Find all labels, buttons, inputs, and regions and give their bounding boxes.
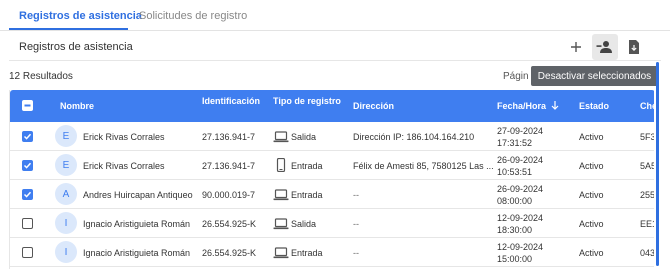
date-cell: 12-09-2024 bbox=[497, 242, 544, 252]
name-cell: Andres Huircapan Antiqueo bbox=[83, 190, 193, 200]
check-cell: 043 bbox=[640, 248, 654, 258]
address-cell: -- bbox=[353, 219, 359, 229]
tab-bar: Registros de asistencia Solicitudes de r… bbox=[0, 0, 670, 31]
name-cell: Erick Rivas Corrales bbox=[83, 161, 165, 171]
person-remove-icon bbox=[596, 41, 612, 53]
type-cell: Salida bbox=[291, 219, 317, 229]
id-cell: 27.136.941-7 bbox=[202, 161, 256, 171]
panel-title: Registros de asistencia bbox=[19, 41, 133, 53]
address-cell: Félix de Amesti 85, 7580125 Las ... bbox=[353, 161, 494, 171]
date-cell: 26-09-2024 bbox=[497, 155, 544, 165]
plus-icon bbox=[571, 42, 581, 52]
column-header-check[interactable]: Che bbox=[640, 101, 654, 111]
check-icon bbox=[23, 133, 31, 140]
row-checkbox[interactable] bbox=[22, 247, 33, 258]
status-cell: Activo bbox=[579, 161, 604, 171]
tooltip: Desactivar seleccionados bbox=[531, 66, 658, 86]
laptop-icon bbox=[273, 131, 289, 143]
column-header-tipo-de-registro[interactable]: Tipo de registro bbox=[273, 96, 341, 106]
tab-solicitudes-de-registro[interactable]: Solicitudes de registro bbox=[139, 10, 247, 22]
laptop-icon bbox=[273, 189, 289, 201]
panel-header: Registros de asistencia bbox=[9, 31, 661, 61]
laptop-icon bbox=[273, 247, 289, 259]
tab-registros-de-asistencia[interactable]: Registros de asistencia bbox=[19, 10, 142, 22]
vertical-scrollbar[interactable] bbox=[656, 62, 659, 266]
select-all-checkbox[interactable] bbox=[22, 100, 33, 111]
date-cell: 27-09-2024 bbox=[497, 126, 544, 136]
type-cell: Entrada bbox=[291, 190, 323, 200]
row-checkbox[interactable] bbox=[22, 160, 33, 171]
status-cell: Activo bbox=[579, 219, 604, 229]
type-cell: Salida bbox=[291, 132, 317, 142]
column-header-fecha-hora-label: Fecha/Hora bbox=[497, 101, 547, 111]
table-row[interactable]: I Ignacio Aristiguieta Román 26.554.925-… bbox=[10, 238, 654, 267]
status-cell: Activo bbox=[579, 190, 604, 200]
name-cell: Ignacio Aristiguieta Román bbox=[83, 219, 191, 229]
check-cell: 5A5 bbox=[640, 161, 654, 171]
table-row[interactable]: A Andres Huircapan Antiqueo 90.000.019-7… bbox=[10, 180, 654, 209]
address-cell: -- bbox=[353, 248, 359, 258]
column-header-estado[interactable]: Estado bbox=[579, 101, 609, 111]
avatar: I bbox=[55, 241, 77, 263]
file-download-icon bbox=[629, 40, 639, 54]
address-cell: -- bbox=[353, 190, 359, 200]
column-header-fecha-hora[interactable]: Fecha/Hora bbox=[497, 101, 559, 111]
address-cell: Dirección IP: 186.104.164.210 bbox=[353, 132, 475, 142]
id-cell: 26.554.925-K bbox=[202, 219, 257, 229]
time-cell: 17:31:52 bbox=[497, 138, 533, 148]
row-checkbox[interactable] bbox=[22, 131, 33, 142]
column-header-identificacion[interactable]: Identificación bbox=[202, 96, 260, 106]
date-cell: 26-09-2024 bbox=[497, 184, 544, 194]
table-row[interactable]: E Erick Rivas Corrales 27.136.941-7 Sali… bbox=[10, 122, 654, 151]
time-cell: 08:00:00 bbox=[497, 196, 533, 206]
laptop-icon bbox=[273, 218, 289, 230]
id-cell: 90.000.019-7 bbox=[202, 190, 256, 200]
time-cell: 15:00:00 bbox=[497, 254, 533, 264]
name-cell: Ignacio Aristiguieta Román bbox=[83, 248, 191, 258]
time-cell: 10:53:51 bbox=[497, 167, 533, 177]
avatar: E bbox=[55, 154, 77, 176]
pagination-label: Págin bbox=[503, 71, 529, 82]
time-cell: 18:30:00 bbox=[497, 225, 533, 235]
add-button[interactable] bbox=[563, 34, 589, 60]
export-button[interactable] bbox=[621, 34, 647, 60]
avatar: A bbox=[55, 183, 77, 205]
type-cell: Entrada bbox=[291, 248, 323, 258]
id-cell: 26.554.925-K bbox=[202, 248, 257, 258]
check-cell: 5F3 bbox=[640, 132, 654, 142]
column-header-nombre[interactable]: Nombre bbox=[60, 101, 94, 111]
check-cell: 255 bbox=[640, 190, 654, 200]
table-header: Nombre Identificación Tipo de registro D… bbox=[10, 90, 654, 122]
status-cell: Activo bbox=[579, 132, 604, 142]
phone-icon bbox=[276, 158, 286, 172]
avatar: I bbox=[55, 212, 77, 234]
check-cell: EE1 bbox=[640, 219, 654, 229]
id-cell: 27.136.941-7 bbox=[202, 132, 256, 142]
check-icon bbox=[23, 162, 31, 169]
check-icon bbox=[23, 191, 31, 198]
row-checkbox[interactable] bbox=[22, 189, 33, 200]
type-cell: Entrada bbox=[291, 161, 323, 171]
column-header-direccion[interactable]: Dirección bbox=[353, 101, 394, 111]
avatar: E bbox=[55, 125, 77, 147]
indeterminate-icon bbox=[24, 104, 30, 106]
table-row[interactable]: I Ignacio Aristiguieta Román 26.554.925-… bbox=[10, 209, 654, 238]
table-row[interactable]: E Erick Rivas Corrales 27.136.941-7 Entr… bbox=[10, 151, 654, 180]
status-cell: Activo bbox=[579, 248, 604, 258]
arrow-down-icon bbox=[551, 101, 558, 110]
date-cell: 12-09-2024 bbox=[497, 213, 544, 223]
active-tab-indicator bbox=[9, 28, 128, 30]
row-checkbox[interactable] bbox=[22, 218, 33, 229]
name-cell: Erick Rivas Corrales bbox=[83, 132, 165, 142]
results-count: 12 Resultados bbox=[9, 71, 73, 82]
attendance-table: Nombre Identificación Tipo de registro D… bbox=[9, 90, 654, 269]
deactivate-selected-button[interactable] bbox=[592, 34, 618, 60]
